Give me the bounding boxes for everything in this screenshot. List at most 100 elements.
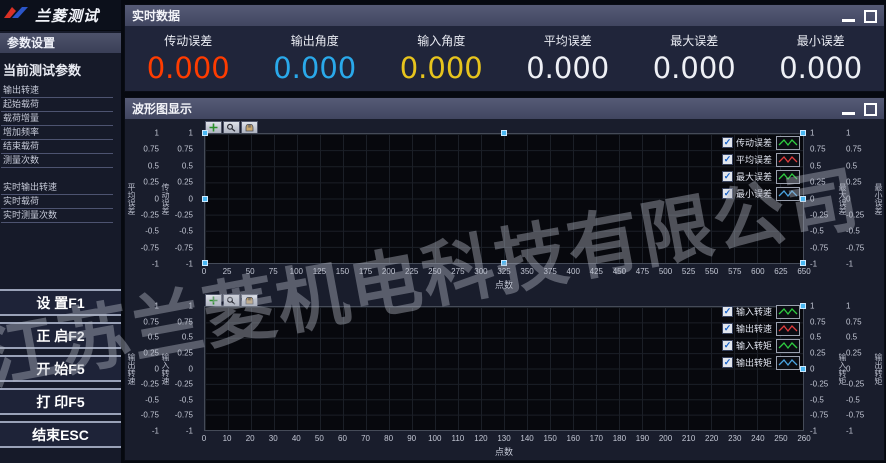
- x-tick: 220: [705, 434, 718, 443]
- y-tick: 0.5: [148, 161, 159, 170]
- checkbox-icon[interactable]: ✓: [722, 357, 733, 368]
- x-tick: 80: [384, 434, 393, 443]
- realtime-panel-title: 实时数据: [132, 7, 180, 24]
- checkbox-icon[interactable]: ✓: [722, 323, 733, 334]
- selection-handle[interactable]: [501, 130, 507, 136]
- selection-handle[interactable]: [202, 130, 208, 136]
- checkbox-icon[interactable]: ✓: [722, 340, 733, 351]
- selection-handle[interactable]: [202, 196, 208, 202]
- sidebar-button[interactable]: 设 置F1: [0, 289, 121, 316]
- minimize-icon[interactable]: [842, 19, 855, 22]
- sidebar-param-item[interactable]: 增加频率: [1, 126, 113, 140]
- legend-label: 输入转速: [736, 305, 773, 318]
- minimize-icon[interactable]: [842, 112, 855, 115]
- y-tick: 0.25: [810, 178, 826, 187]
- selection-handle[interactable]: [800, 196, 806, 202]
- y-tick: 0.5: [148, 333, 159, 342]
- y-tick: -0.75: [175, 243, 193, 252]
- sidebar-button[interactable]: 打 印F5: [0, 388, 121, 415]
- y-tick: -0.5: [846, 227, 860, 236]
- checkbox-icon[interactable]: ✓: [722, 154, 733, 165]
- realtime-data-panel: 实时数据 传动误差0.000输出角度0.000输入角度0.000平均误差0.00…: [124, 4, 885, 92]
- metric-value: 0.000: [252, 51, 379, 85]
- y-tick: -1: [152, 427, 159, 436]
- metrics-row: 传动误差0.000输出角度0.000输入角度0.000平均误差0.000最大误差…: [125, 26, 884, 85]
- y-tick: 0.75: [810, 317, 826, 326]
- x-tick: 325: [497, 267, 510, 276]
- plot-area[interactable]: [204, 306, 804, 431]
- sidebar-param-item[interactable]: 结束载荷: [1, 140, 113, 154]
- sidebar-button[interactable]: 开 始F5: [0, 355, 121, 382]
- y-tick: 1: [810, 129, 814, 138]
- line-sample-icon: [776, 305, 800, 319]
- x-tick: 120: [474, 434, 487, 443]
- legend-item[interactable]: ✓输出转矩: [722, 354, 798, 371]
- x-tick: 0: [202, 267, 206, 276]
- y-tick: -0.75: [141, 411, 159, 420]
- sidebar-button[interactable]: 正 启F2: [0, 322, 121, 349]
- metric-label: 最大误差: [631, 32, 758, 49]
- checkbox-icon[interactable]: ✓: [722, 137, 733, 148]
- sidebar-realtime-item[interactable]: 实时输出转速: [1, 181, 113, 195]
- checkbox-icon[interactable]: ✓: [722, 306, 733, 317]
- plot-area[interactable]: [204, 133, 804, 264]
- line-sample-icon: [776, 339, 800, 353]
- sidebar-section-parameter-settings: 参数设置: [0, 33, 121, 53]
- selection-handle[interactable]: [800, 260, 806, 266]
- legend-item[interactable]: ✓最大误差: [722, 168, 798, 185]
- metric-label: 最小误差: [758, 32, 885, 49]
- legend-item[interactable]: ✓输入转速: [722, 303, 798, 320]
- y-tick: -0.25: [846, 380, 864, 389]
- y-tick: 0.5: [846, 333, 857, 342]
- selection-handle[interactable]: [800, 303, 806, 309]
- x-tick: 200: [659, 434, 672, 443]
- maximize-icon[interactable]: [864, 10, 877, 23]
- sidebar-button[interactable]: 结束ESC: [0, 421, 121, 448]
- x-tick: 100: [428, 434, 441, 443]
- x-tick: 20: [246, 434, 255, 443]
- sidebar-realtime-item[interactable]: 实时载荷: [1, 195, 113, 209]
- legend-item[interactable]: ✓传动误差: [722, 134, 798, 151]
- metric: 输入角度0.000: [378, 32, 505, 85]
- checkbox-icon[interactable]: ✓: [722, 188, 733, 199]
- legend-item[interactable]: ✓输入转矩: [722, 337, 798, 354]
- legend-item[interactable]: ✓平均误差: [722, 151, 798, 168]
- x-tick: 180: [613, 434, 626, 443]
- checkbox-icon[interactable]: ✓: [722, 171, 733, 182]
- selection-handle[interactable]: [800, 130, 806, 136]
- legend-item[interactable]: ✓最小误差: [722, 185, 798, 202]
- sidebar-param-item[interactable]: 输出转速: [1, 84, 113, 98]
- y-tick: 0.25: [810, 348, 826, 357]
- sidebar-param-item[interactable]: 起始载荷: [1, 98, 113, 112]
- x-tick: 275: [451, 267, 464, 276]
- y-tick: 0.75: [143, 145, 159, 154]
- metric: 输出角度0.000: [252, 32, 379, 85]
- param-list: 输出转速起始载荷载荷增量增加频率结束载荷测量次数: [0, 84, 121, 168]
- y-tick: 0.5: [846, 161, 857, 170]
- y-tick: 1: [155, 302, 159, 311]
- x-axis-ticks: 0102030405060708090100110120130140150160…: [204, 434, 804, 444]
- x-tick: 40: [292, 434, 301, 443]
- line-sample-icon: [776, 322, 800, 336]
- x-tick: 400: [567, 267, 580, 276]
- selection-handle[interactable]: [501, 260, 507, 266]
- y-axis-ticks: 10.750.50.250-0.25-0.5-0.75-1: [846, 306, 872, 431]
- maximize-icon[interactable]: [864, 103, 877, 116]
- y-tick: -0.5: [145, 227, 159, 236]
- x-tick: 500: [659, 267, 672, 276]
- legend-item[interactable]: ✓输出转速: [722, 320, 798, 337]
- x-tick: 90: [407, 434, 416, 443]
- legend-label: 平均误差: [736, 153, 773, 166]
- y-tick: 0: [155, 194, 159, 203]
- window-controls: [842, 9, 877, 23]
- sidebar-param-item[interactable]: 测量次数: [1, 154, 113, 168]
- y-tick: 1: [155, 129, 159, 138]
- sidebar-realtime-item[interactable]: 实时测量次数: [1, 209, 113, 223]
- legend-label: 传动误差: [736, 136, 773, 149]
- x-tick: 575: [728, 267, 741, 276]
- line-sample-icon: [776, 170, 800, 184]
- selection-handle[interactable]: [202, 260, 208, 266]
- selection-handle[interactable]: [800, 366, 806, 372]
- y-tick: -0.25: [810, 380, 828, 389]
- sidebar-param-item[interactable]: 载荷增量: [1, 112, 113, 126]
